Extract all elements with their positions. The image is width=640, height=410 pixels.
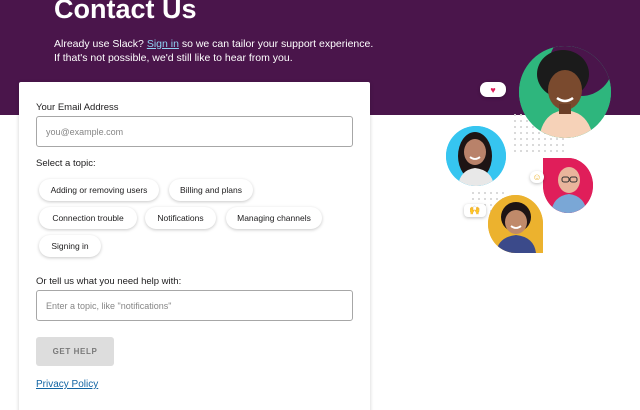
person-photo [488,195,543,253]
person-avatar-graphic [543,158,593,213]
subtitle-suffix: so we can tailor your support experience… [178,38,374,50]
topic-label: Select a topic: [36,158,96,169]
help-topic-field[interactable]: Enter a topic, like "notifications" [36,290,353,321]
person-avatar-graphic [519,46,611,138]
email-field[interactable]: you@example.com [36,116,353,147]
topic-chip-managing-channels[interactable]: Managing channels [226,207,322,229]
topic-chip-connection-trouble[interactable]: Connection trouble [39,207,137,229]
contact-form-card: Your Email Address you@example.com Selec… [19,82,370,410]
page-title: Contact Us [54,0,197,24]
subtitle-line-1: Already use Slack? Sign in so we can tai… [54,37,373,51]
raised-hands-icon: 🙌 [464,204,486,217]
subtitle-prefix: Already use Slack? [54,38,147,50]
help-label: Or tell us what you need help with: [36,276,182,287]
smile-emoji-icon: ☺ [530,171,544,183]
subtitle-line-2: If that's not possible, we'd still like … [54,52,293,64]
person-photo [519,46,611,138]
email-label: Your Email Address [36,102,119,113]
person-avatar-graphic [488,195,543,253]
privacy-policy-link[interactable]: Privacy Policy [36,379,98,390]
help-topic-placeholder: Enter a topic, like "notifications" [46,300,172,311]
person-photo [543,158,593,213]
person-photo [446,126,506,186]
heart-icon: ♥ [480,82,506,97]
contact-page: Contact Us Already use Slack? Sign in so… [0,0,640,410]
topic-chip-billing-and-plans[interactable]: Billing and plans [169,179,253,201]
topic-chip-adding-removing-users[interactable]: Adding or removing users [39,179,159,201]
topic-chip-signing-in[interactable]: Signing in [39,235,101,257]
sign-in-link[interactable]: Sign in [147,38,179,50]
get-help-button[interactable]: GET HELP [36,337,114,366]
person-avatar-graphic [446,126,506,186]
hero-subtitle: Already use Slack? Sign in so we can tai… [54,37,373,65]
email-placeholder: you@example.com [46,126,124,137]
topic-chip-notifications[interactable]: Notifications [145,207,216,229]
